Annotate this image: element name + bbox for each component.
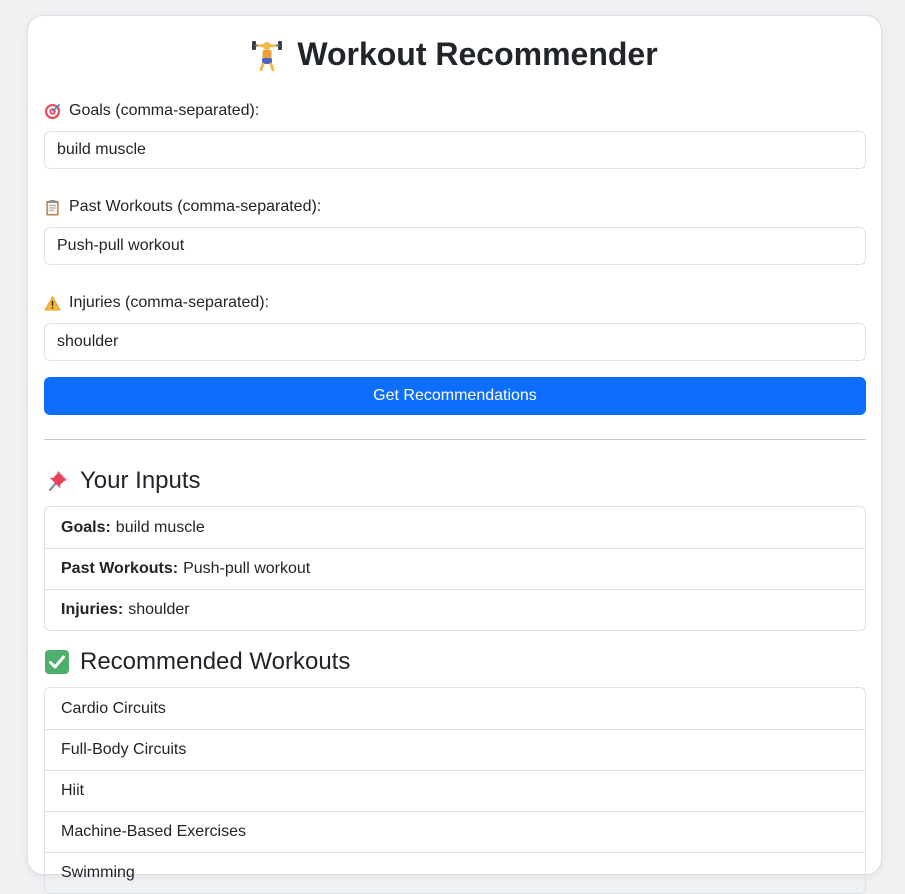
inputs-row-key: Injuries:: [61, 601, 124, 618]
your-inputs-heading: Your Inputs: [44, 466, 865, 496]
section-divider: [44, 439, 866, 440]
recommendations-list: Cardio Circuits Full-Body Circuits Hiit …: [44, 687, 866, 894]
recommendation-item: Full-Body Circuits: [45, 729, 865, 770]
target-icon: [44, 103, 61, 119]
past-workouts-label-text: Past Workouts (comma-separated):: [69, 198, 322, 215]
clipboard-icon: [46, 199, 59, 216]
pushpin-icon: [48, 471, 67, 492]
your-inputs-title: Your Inputs: [80, 467, 201, 494]
recommended-workouts-heading: Recommended Workouts: [44, 647, 865, 677]
recommended-workouts-title: Recommended Workouts: [80, 648, 351, 675]
recommendation-item: Swimming: [45, 852, 865, 893]
inputs-row-value: build muscle: [115, 518, 205, 536]
goals-label: Goals (comma-separated):: [44, 101, 865, 121]
inputs-row-injuries: Injuries: shoulder: [45, 589, 865, 630]
inputs-row-value: Push-pull workout: [183, 560, 311, 577]
injuries-label: Injuries (comma-separated):: [44, 293, 865, 313]
recommendation-item: Cardio Circuits: [61, 699, 166, 717]
past-workouts-label: Past Workouts (comma-separated):: [44, 197, 865, 217]
inputs-row-value: shoulder: [128, 601, 190, 618]
inputs-list: Goals: build muscle Past Workouts: Push-…: [44, 506, 866, 631]
goals-label-text: Goals (comma-separated):: [69, 102, 260, 119]
past-workouts-input[interactable]: [44, 227, 866, 265]
page-title-text: Workout Recommender: [297, 35, 658, 72]
inputs-row-goals: Goals: build muscle: [45, 507, 865, 548]
inputs-row-key: Past Workouts:: [61, 560, 179, 577]
get-recommendations-button[interactable]: Get Recommendations: [44, 377, 866, 415]
check-mark-icon: [45, 650, 69, 674]
recommendation-item: Machine-Based Exercises: [45, 811, 865, 852]
warning-icon: [44, 295, 61, 310]
inputs-row-key: Goals:: [61, 518, 111, 536]
goals-input[interactable]: [44, 131, 866, 169]
injuries-label-text: Injuries (comma-separated):: [69, 294, 270, 311]
recommendation-item: Hiit: [45, 770, 865, 811]
weightlifter-icon: [251, 37, 283, 72]
injuries-input[interactable]: [44, 323, 866, 361]
recommender-card: Workout Recommender Goals (comma-separat…: [27, 15, 882, 894]
page-title: Workout Recommender: [44, 36, 865, 72]
inputs-row-past-workouts: Past Workouts: Push-pull workout: [45, 548, 865, 589]
